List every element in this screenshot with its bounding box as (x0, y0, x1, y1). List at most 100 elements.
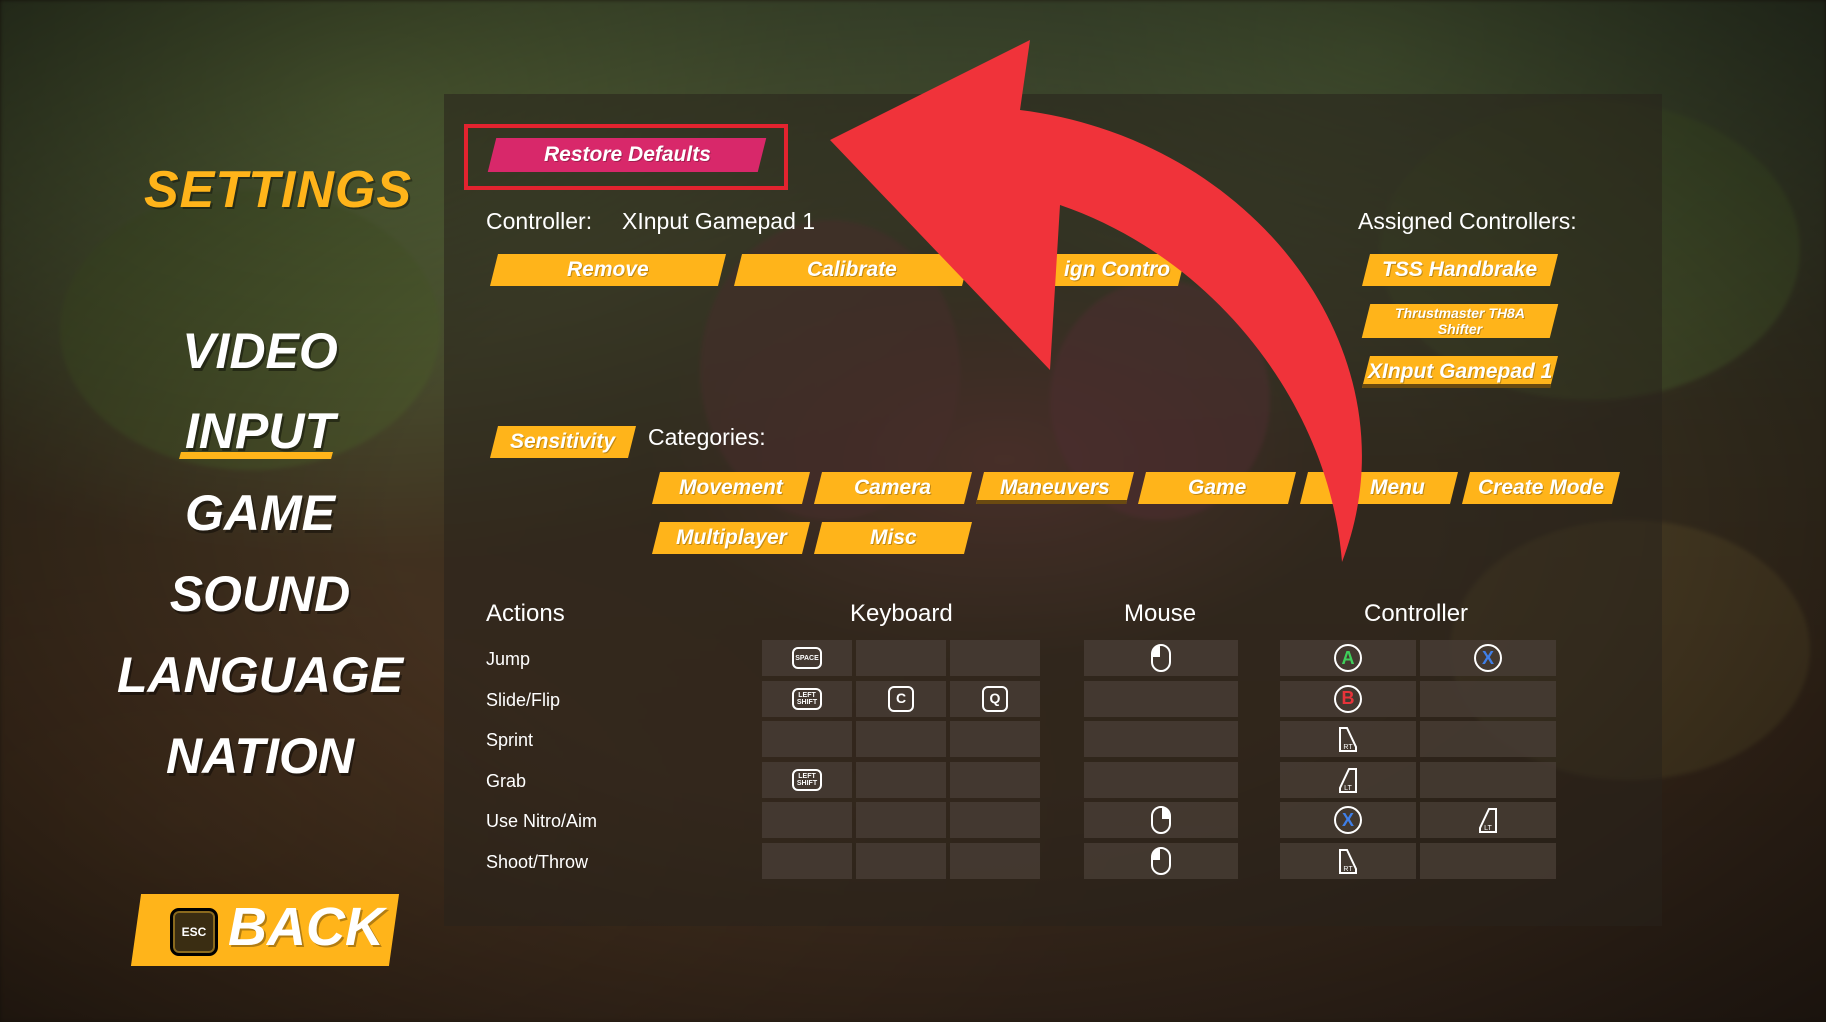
keyboard-binding-cell[interactable]: LEFT SHIFT (762, 761, 852, 798)
category-game[interactable]: Game (1138, 472, 1296, 504)
key-icon: Q (982, 685, 1008, 712)
restore-defaults-label: Restore Defaults (543, 143, 711, 166)
controller-binding-cell[interactable]: X (1280, 802, 1416, 838)
category-maneuvers[interactable]: Maneuvers (976, 472, 1134, 504)
controller-binding-cell[interactable] (1420, 761, 1556, 798)
nav-sound[interactable]: SOUND (80, 565, 440, 623)
esc-key-icon: ESC (170, 908, 218, 956)
mouse-binding-cell[interactable] (1084, 680, 1238, 717)
keyboard-binding-cell[interactable]: C (856, 680, 946, 717)
mouse-binding-cell[interactable] (1084, 842, 1238, 879)
assigned-controller-xinput[interactable]: XInput Gamepad 1 (1362, 356, 1558, 388)
category-menu[interactable]: Menu (1300, 472, 1458, 504)
action-label: Jump (486, 649, 531, 669)
keyboard-binding-cell[interactable] (856, 761, 946, 798)
lt-trigger-icon: LT (1337, 766, 1359, 794)
category-label: Create Mode (1477, 476, 1605, 499)
controller-binding-cell[interactable]: RT (1280, 842, 1416, 879)
nav-game[interactable]: GAME (80, 484, 440, 542)
keyboard-binding-cell[interactable] (950, 761, 1040, 798)
keyboard-binding-cell[interactable] (762, 842, 852, 879)
category-label: Misc (869, 526, 917, 549)
right-click-icon (1151, 806, 1171, 834)
remove-button[interactable]: Remove (490, 254, 726, 286)
assign-label: ign Contro (1063, 258, 1170, 281)
mouse-header: Mouse (1124, 600, 1197, 627)
assign-controller-button[interactable]: ign Contro (978, 254, 1186, 286)
controller-label: Controller: (486, 208, 593, 234)
category-camera[interactable]: Camera (814, 472, 972, 504)
action-label: Use Nitro/Aim (486, 811, 598, 831)
keycap-icon: SPACE (792, 647, 822, 669)
nav-nation[interactable]: NATION (80, 727, 440, 785)
controller-binding-cell[interactable] (1420, 721, 1556, 757)
category-label: Camera (854, 476, 932, 499)
actions-header: Actions (486, 600, 565, 627)
assigned-controller-th8a[interactable]: Thrustmaster TH8A Shifter (1361, 304, 1559, 338)
rt-trigger-icon: RT (1337, 847, 1359, 875)
keyboard-binding-cell[interactable] (950, 842, 1040, 879)
controller-binding-cell[interactable]: B (1280, 680, 1416, 717)
category-label: Game (1187, 476, 1247, 499)
gamepad-x-button-icon: X (1474, 644, 1502, 672)
nav-video[interactable]: VIDEO (80, 322, 440, 380)
category-label: Menu (1369, 476, 1425, 499)
category-multiplayer[interactable]: Multiplayer (652, 522, 810, 554)
nav-active-indicator (179, 452, 333, 459)
controller-binding-cell[interactable]: LT (1280, 761, 1416, 798)
controller-binding-cell[interactable]: X (1420, 640, 1556, 676)
key-icon: C (888, 685, 914, 712)
sensitivity-button[interactable]: Sensitivity (490, 426, 636, 458)
svg-text:RT: RT (1343, 866, 1353, 873)
calibrate-button[interactable]: Calibrate (734, 254, 970, 286)
category-label: Multiplayer (675, 526, 787, 549)
restore-defaults-button[interactable]: Restore Defaults (487, 138, 767, 172)
controller-binding-cell[interactable]: RT (1280, 721, 1416, 757)
assigned-controller-label: TSS Handbrake (1382, 258, 1538, 281)
svg-text:LT: LT (1484, 825, 1492, 832)
mouse-binding-cell[interactable] (1084, 802, 1238, 838)
lt-trigger-icon: LT (1477, 806, 1499, 834)
gamepad-x-button-icon: X (1334, 806, 1362, 834)
keyboard-binding-cell[interactable] (762, 802, 852, 838)
controller-binding-cell[interactable] (1420, 680, 1556, 717)
category-misc[interactable]: Misc (814, 522, 972, 554)
keyboard-binding-cell[interactable] (950, 802, 1040, 838)
category-movement[interactable]: Movement (652, 472, 810, 504)
keyboard-binding-cell[interactable]: LEFT SHIFT (762, 680, 852, 717)
sensitivity-label: Sensitivity (510, 430, 616, 453)
action-label: Slide/Flip (486, 689, 561, 710)
svg-text:RT: RT (1343, 744, 1353, 751)
keyboard-binding-cell[interactable]: SPACE (762, 640, 852, 676)
category-label: Maneuvers (1000, 476, 1110, 499)
keyboard-binding-cell[interactable] (856, 640, 946, 676)
controller-binding-cell[interactable] (1420, 842, 1556, 879)
assigned-controller-label: XInput Gamepad 1 (1367, 360, 1553, 383)
keycap-icon: LEFT SHIFT (792, 687, 822, 710)
mouse-binding-cell[interactable] (1084, 761, 1238, 798)
gamepad-b-button-icon: B (1334, 684, 1362, 713)
controller-binding-cell[interactable]: A (1280, 640, 1416, 676)
assigned-controller-tss[interactable]: TSS Handbrake (1362, 254, 1558, 286)
controller-header: Controller (1364, 600, 1469, 627)
mouse-binding-cell[interactable] (1084, 721, 1238, 757)
keyboard-header: Keyboard (850, 600, 953, 627)
rt-trigger-icon: RT (1337, 725, 1359, 753)
keyboard-binding-cell[interactable] (856, 721, 946, 757)
keyboard-binding-cell[interactable] (950, 640, 1040, 676)
keyboard-binding-cell[interactable] (950, 721, 1040, 757)
keyboard-binding-cell[interactable]: Q (950, 680, 1040, 717)
keyboard-binding-cell[interactable] (856, 842, 946, 879)
assigned-controllers-title: Assigned Controllers: (1358, 208, 1577, 234)
left-click-icon (1151, 846, 1171, 875)
keyboard-binding-cell[interactable] (762, 721, 852, 757)
left-click-icon (1151, 644, 1171, 672)
controller-binding-cell[interactable]: LT (1420, 802, 1556, 838)
keyboard-binding-cell[interactable] (856, 802, 946, 838)
mouse-binding-cell[interactable] (1084, 640, 1238, 676)
back-label[interactable]: BACK (228, 896, 384, 958)
action-label: Sprint (486, 730, 534, 750)
category-create-mode[interactable]: Create Mode (1462, 472, 1620, 504)
category-label: Movement (679, 476, 783, 499)
nav-language[interactable]: LANGUAGE (80, 646, 440, 704)
